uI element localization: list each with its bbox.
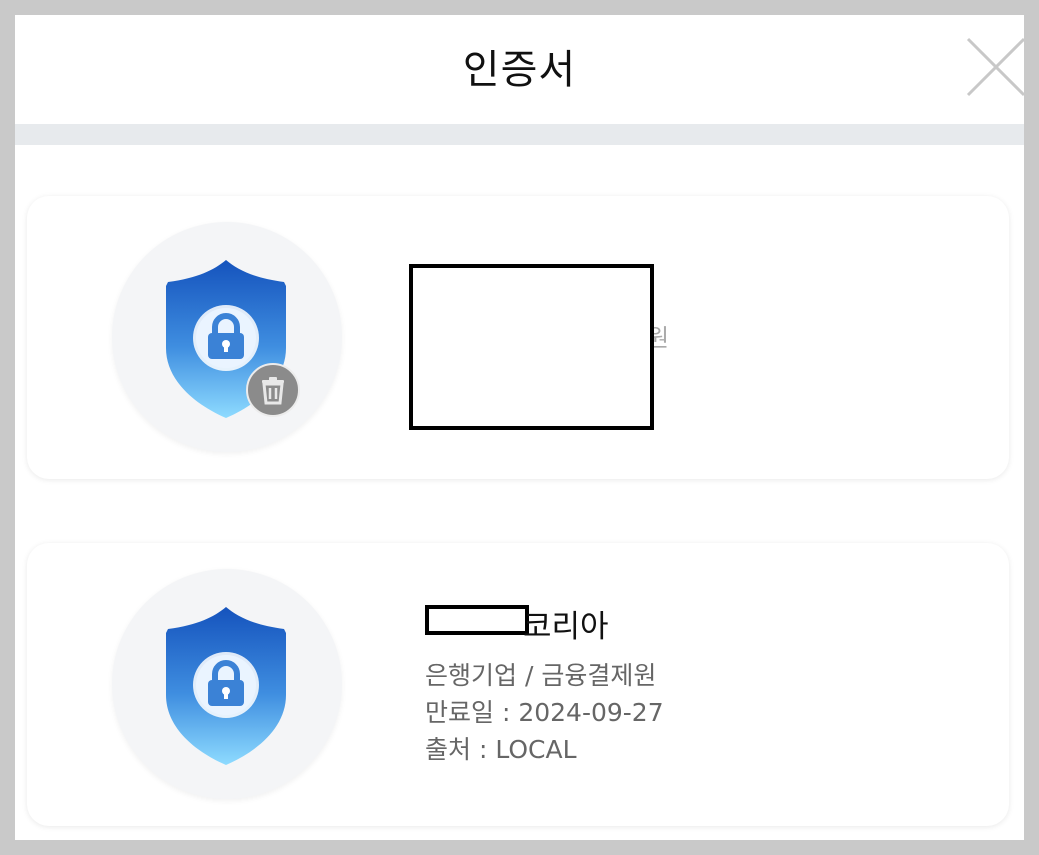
certificate-details: 은행기업 / 금융결제원 만료일 : 2024-09-27 출처 : LOCAL <box>425 657 664 768</box>
redaction-box <box>425 605 529 635</box>
delete-certificate-button[interactable] <box>246 363 300 417</box>
certificate-name-text: 코리아 <box>523 609 609 645</box>
certificate-icon-circle <box>112 569 342 799</box>
shield-lock-icon <box>166 607 286 765</box>
certificate-card[interactable]: 산 원 <box>27 196 1009 479</box>
certificate-name: 코리아 <box>425 601 664 645</box>
certificate-expiry: 만료일 : 2024-09-27 <box>425 698 664 727</box>
close-icon[interactable] <box>964 35 1024 99</box>
certificate-source: 출처 : LOCAL <box>425 735 577 764</box>
certificate-dialog: 인증서 원 코리아 은행기업 / 금융결제원 만료일: 2024-09-27 … <box>15 15 1024 840</box>
certificate-info: 코리아 은행기업 / 금융결제원 만료일 : 2024-09-27 출처 : L… <box>425 601 664 768</box>
certificate-icon-circle <box>112 222 342 452</box>
header-divider <box>15 124 1024 145</box>
trash-icon <box>262 377 284 405</box>
redaction-box <box>409 264 654 430</box>
dialog-header: 인증서 <box>15 15 1024 124</box>
certificate-card[interactable]: 코리아 은행기업 / 금융결제원 만료일 : 2024-09-27 출처 : L… <box>27 543 1009 826</box>
dialog-title: 인증서 <box>462 47 577 93</box>
certificate-type: 은행기업 / 금융결제원 <box>425 661 657 690</box>
